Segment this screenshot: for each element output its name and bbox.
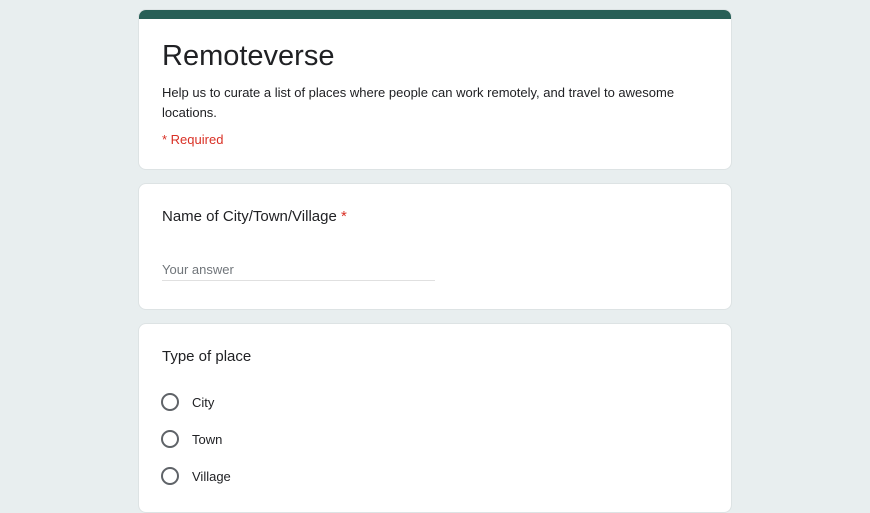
question-title: Type of place [162,348,252,365]
accent-bar [139,10,731,19]
question-title-text: Name of City/Town/Village [162,208,337,225]
radio-button-icon[interactable] [161,393,179,411]
form-description: Help us to curate a list of places where… [162,85,675,120]
form-title: Remoteverse [162,40,335,72]
question-title: Name of City/Town/Village * [162,208,347,225]
radio-button-icon[interactable] [161,467,179,485]
required-asterisk: * [340,208,347,225]
question-card-name: Name of City/Town/Village * [138,183,732,310]
option-label: Town [192,431,223,447]
required-note: * Required [162,132,224,147]
option-label: Village [192,468,231,484]
option-city[interactable]: City [161,391,214,413]
option-village[interactable]: Village [161,465,231,487]
answer-input[interactable] [162,258,435,281]
option-label: City [192,394,215,410]
form-header-card: Remoteverse Help us to curate a list of … [138,9,732,170]
question-card-type: Type of place City Town Village [138,323,732,513]
radio-button-icon[interactable] [161,430,179,448]
option-town[interactable]: Town [161,428,222,450]
